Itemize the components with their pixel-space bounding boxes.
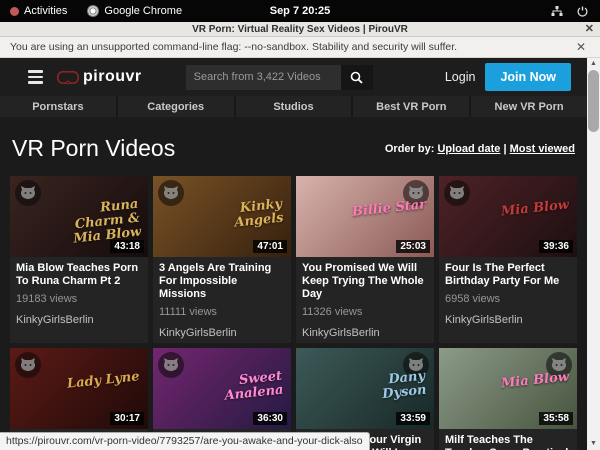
thumb-overlay-name: Billie Star bbox=[351, 198, 426, 220]
video-thumbnail[interactable]: Kinky Angels 47:01 bbox=[153, 176, 291, 257]
duration-badge: 36:30 bbox=[253, 412, 287, 425]
studio-watermark-icon bbox=[15, 352, 41, 378]
active-app-menu[interactable]: Google Chrome bbox=[77, 0, 192, 22]
thumb-overlay-name: Mia Blow bbox=[500, 198, 569, 219]
nav-item-pornstars[interactable]: Pornstars bbox=[0, 96, 118, 117]
search-icon bbox=[350, 71, 363, 84]
video-card[interactable]: Mia Blow 35:58 Milf Teaches The Teacher So… bbox=[439, 348, 577, 450]
video-title[interactable]: Four Is The Perfect Birthday Party For M… bbox=[445, 262, 571, 288]
studio-watermark-icon bbox=[444, 180, 470, 206]
page-title: VR Porn Videos bbox=[12, 135, 175, 162]
scrollbar-thumb[interactable] bbox=[588, 70, 599, 132]
video-views: 6958 views bbox=[445, 293, 571, 305]
duration-badge: 39:36 bbox=[539, 240, 573, 253]
logo-text: pirouvr bbox=[83, 68, 142, 86]
video-card[interactable]: Mia Blow 39:36 Four Is The Perfect Birthda… bbox=[439, 176, 577, 343]
order-by-label: Order by: bbox=[385, 143, 435, 155]
video-studio-link[interactable]: KinkyGirlsBerlin bbox=[159, 327, 285, 339]
activities-button[interactable]: Activities bbox=[0, 0, 77, 22]
video-thumbnail[interactable]: Runa Charm & Mia Blow43:18 bbox=[10, 176, 148, 257]
video-title[interactable]: Milf Teaches The Teacher Some Practical … bbox=[445, 434, 571, 450]
nav-item-studios[interactable]: Studios bbox=[236, 96, 354, 117]
login-link[interactable]: Login bbox=[445, 70, 476, 84]
order-most-viewed-link[interactable]: Most viewed bbox=[510, 143, 575, 155]
search-button[interactable] bbox=[341, 65, 373, 90]
search-bar bbox=[186, 65, 373, 90]
browser-tab[interactable]: VR Porn: Virtual Reality Sex Videos | Pi… bbox=[0, 22, 600, 37]
power-icon[interactable] bbox=[577, 6, 588, 17]
video-grid: Runa Charm & Mia Blow43:18 Mia Blow Teach… bbox=[0, 176, 587, 450]
studio-watermark-icon bbox=[158, 180, 184, 206]
video-thumbnail[interactable]: Mia Blow 39:36 bbox=[439, 176, 577, 257]
video-thumbnail[interactable]: Lady Lyne 30:17 bbox=[10, 348, 148, 429]
video-studio-link[interactable]: KinkyGirlsBerlin bbox=[302, 327, 428, 339]
video-thumbnail[interactable]: Billie Star 25:03 bbox=[296, 176, 434, 257]
video-views: 11111 views bbox=[159, 306, 285, 318]
duration-badge: 43:18 bbox=[110, 240, 144, 253]
video-card[interactable]: Billie Star 25:03 You Promised We Will Kee… bbox=[296, 176, 434, 343]
duration-badge: 35:58 bbox=[539, 412, 573, 425]
video-thumbnail[interactable]: Sweet Analena 36:30 bbox=[153, 348, 291, 429]
nav-item-new-vr-porn[interactable]: New VR Porn bbox=[471, 96, 587, 117]
video-views: 19183 views bbox=[16, 293, 142, 305]
video-thumbnail[interactable]: Dany Dyson 33:59 bbox=[296, 348, 434, 429]
thumb-overlay-name: Sweet Analena bbox=[197, 370, 284, 407]
infobar-close-icon[interactable]: ✕ bbox=[572, 40, 590, 54]
nav-item-best-vr-porn[interactable]: Best VR Porn bbox=[353, 96, 471, 117]
menu-icon[interactable] bbox=[24, 66, 47, 88]
scroll-up-icon[interactable]: ▲ bbox=[587, 58, 600, 70]
video-card[interactable]: Kinky Angels 47:01 3 Angels Are Training F… bbox=[153, 176, 291, 343]
page-content: pirouvr Login Join Now Pornstars Categor… bbox=[0, 58, 600, 450]
main-nav: Pornstars Categories Studios Best VR Por… bbox=[0, 96, 587, 117]
heading-row: VR Porn Videos Order by: Upload date | M… bbox=[0, 117, 587, 176]
video-studio-link[interactable]: KinkyGirlsBerlin bbox=[16, 314, 142, 326]
thumb-overlay-name: Kinky Angels bbox=[197, 198, 284, 235]
video-card[interactable]: Runa Charm & Mia Blow43:18 Mia Blow Teach… bbox=[10, 176, 148, 343]
video-title[interactable]: You Promised We Will Keep Trying The Who… bbox=[302, 262, 428, 301]
duration-badge: 30:17 bbox=[110, 412, 144, 425]
video-title[interactable]: Mia Blow Teaches Porn To Runa Charm Pt 2 bbox=[16, 262, 142, 288]
tab-close-icon[interactable]: ✕ bbox=[585, 22, 594, 37]
chrome-icon bbox=[87, 5, 99, 17]
recording-indicator-icon bbox=[10, 7, 19, 16]
site-header: pirouvr Login Join Now bbox=[0, 58, 587, 96]
video-thumbnail[interactable]: Mia Blow 35:58 bbox=[439, 348, 577, 429]
duration-badge: 33:59 bbox=[396, 412, 430, 425]
studio-watermark-icon bbox=[158, 352, 184, 378]
thumb-overlay-name: Lady Lyne bbox=[67, 370, 141, 392]
video-title[interactable]: 3 Angels Are Training For Impossible Mis… bbox=[159, 262, 285, 301]
studio-watermark-icon bbox=[15, 180, 41, 206]
site-logo[interactable]: pirouvr bbox=[57, 68, 142, 86]
video-views: 11326 views bbox=[302, 306, 428, 318]
join-now-button[interactable]: Join Now bbox=[485, 63, 571, 91]
tab-title: VR Porn: Virtual Reality Sex Videos | Pi… bbox=[192, 24, 408, 35]
network-icon[interactable] bbox=[551, 6, 563, 17]
page-scrollbar[interactable]: ▲ ▼ bbox=[587, 58, 600, 450]
video-studio-link[interactable]: KinkyGirlsBerlin bbox=[445, 314, 571, 326]
chrome-infobar: You are using an unsupported command-lin… bbox=[0, 37, 600, 58]
activities-label: Activities bbox=[24, 5, 67, 17]
thumb-overlay-name: Dany Dyson bbox=[340, 370, 427, 407]
desktop-top-bar: Activities Google Chrome Sep 7 20:25 bbox=[0, 0, 600, 22]
order-upload-date-link[interactable]: Upload date bbox=[437, 143, 500, 155]
order-by: Order by: Upload date | Most viewed bbox=[385, 143, 575, 155]
infobar-message: You are using an unsupported command-lin… bbox=[10, 41, 457, 53]
vr-headset-icon bbox=[57, 71, 79, 84]
active-app-label: Google Chrome bbox=[104, 5, 182, 17]
nav-item-categories[interactable]: Categories bbox=[118, 96, 236, 117]
duration-badge: 47:01 bbox=[253, 240, 287, 253]
duration-badge: 25:03 bbox=[396, 240, 430, 253]
scroll-down-icon[interactable]: ▼ bbox=[587, 438, 600, 450]
status-url: https://pirouvr.com/vr-porn-video/779325… bbox=[0, 432, 370, 450]
clock[interactable]: Sep 7 20:25 bbox=[270, 5, 331, 17]
search-input[interactable] bbox=[186, 65, 341, 90]
thumb-overlay-name: Mia Blow bbox=[500, 370, 569, 391]
